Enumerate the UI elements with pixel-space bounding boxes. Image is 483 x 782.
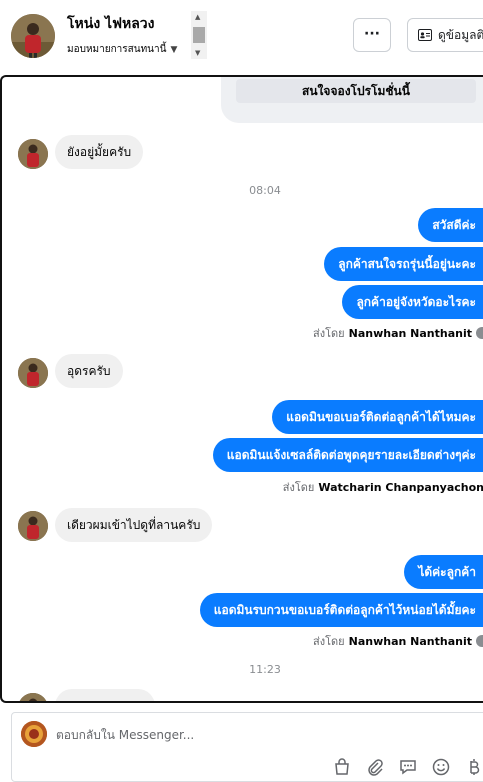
sender-name: Watcharin Chanpanyachon xyxy=(318,480,483,494)
incoming-message: อุดรครับ xyxy=(55,354,123,388)
message-thread[interactable]: สนใจจองโปรโมชั่นนี้ ยังอยู่มั้ยครับ 08:0… xyxy=(0,75,483,703)
outgoing-message: แอดมินรบกวนขอเบอร์ติดต่อลูกค้าไว้หน่อยได… xyxy=(199,593,483,627)
contact-name: โหน่ง ไฟหลวง xyxy=(67,16,155,32)
timestamp: 11:23 xyxy=(249,663,281,676)
reply-composer xyxy=(0,703,483,782)
speech-bubble-icon[interactable] xyxy=(398,757,418,777)
reply-box[interactable] xyxy=(11,712,483,782)
view-contact-info-label: ดูข้อมูลติดต่อ xyxy=(438,27,483,42)
scrollbar-thumb[interactable] xyxy=(193,27,205,43)
incoming-message: เดียวผมเข้าไปดูที่ลานครับ xyxy=(55,508,213,542)
sent-by-note: ส่งโดย Watcharin Chanpanyachon xyxy=(283,478,483,496)
contact-card-icon xyxy=(418,29,432,41)
sender-name: Nanwhan Nanthanit xyxy=(348,634,472,648)
contact-avatar-small xyxy=(18,139,48,169)
sender-name: Nanwhan Nanthanit xyxy=(348,326,472,340)
scroll-up-arrow-icon[interactable]: ▲ xyxy=(195,13,200,21)
bag-icon[interactable] xyxy=(332,757,352,777)
baht-icon[interactable] xyxy=(464,757,483,777)
paperclip-icon[interactable] xyxy=(365,757,385,777)
outgoing-message: ลูกค้าสนใจรถรุ่นนี้อยู่นะคะ xyxy=(324,247,483,281)
view-contact-info-button[interactable]: ดูข้อมูลติดต่อ xyxy=(407,18,483,52)
promo-interest-button[interactable]: สนใจจองโปรโมชั่นนี้ xyxy=(236,79,476,103)
outgoing-message: แอดมินขอเบอร์ติดต่อลูกค้าได้ไหมคะ xyxy=(272,400,483,434)
assign-conversation-dropdown[interactable]: มอบหมายการสนทนานี้ ▼ xyxy=(67,42,177,57)
sent-by-prefix: ส่งโดย xyxy=(313,635,345,648)
contact-avatar-small xyxy=(18,693,48,701)
composer-toolbar xyxy=(332,757,483,777)
reply-input[interactable] xyxy=(56,725,356,745)
header-scrollbar[interactable]: ▲ ▼ xyxy=(191,11,207,59)
incoming-message: ยังอยู่มั้ยครับ xyxy=(55,135,144,169)
incoming-message: 0950974497 xyxy=(55,689,156,701)
seen-indicator-icon xyxy=(476,327,483,339)
outgoing-message: ลูกค้าอยู่จังหวัดอะไรคะ xyxy=(342,285,483,319)
outgoing-message: ได้ค่ะลูกค้า xyxy=(404,555,483,589)
contact-avatar-small xyxy=(18,358,48,388)
emoji-icon[interactable] xyxy=(431,757,451,777)
promo-card: สนใจจองโปรโมชั่นนี้ xyxy=(221,77,483,123)
assign-label: มอบหมายการสนทนานี้ xyxy=(67,44,167,55)
sent-by-note: ส่งโดย Nanwhan Nanthanit xyxy=(313,324,483,342)
caret-down-icon: ▼ xyxy=(170,44,178,55)
sent-by-prefix: ส่งโดย xyxy=(313,327,345,340)
contact-avatar-small xyxy=(18,511,48,541)
scroll-down-arrow-icon[interactable]: ▼ xyxy=(195,49,200,57)
contact-avatar[interactable] xyxy=(11,14,55,58)
sent-by-note: ส่งโดย Nanwhan Nanthanit xyxy=(313,632,483,650)
more-options-button[interactable]: ··· xyxy=(353,18,391,52)
timestamp: 08:04 xyxy=(249,184,281,197)
seen-indicator-icon xyxy=(476,635,483,647)
outgoing-message: สวัสดีค่ะ xyxy=(418,208,483,242)
page-avatar xyxy=(21,721,47,747)
conversation-header: โหน่ง ไฟหลวง มอบหมายการสนทนานี้ ▼ ▲ ▼ ··… xyxy=(0,0,483,72)
sent-by-prefix: ส่งโดย xyxy=(282,481,315,494)
outgoing-message: แอดมินแจ้งเซลล์ติดต่อพูดคุยรายละเอียดต่า… xyxy=(212,438,483,472)
